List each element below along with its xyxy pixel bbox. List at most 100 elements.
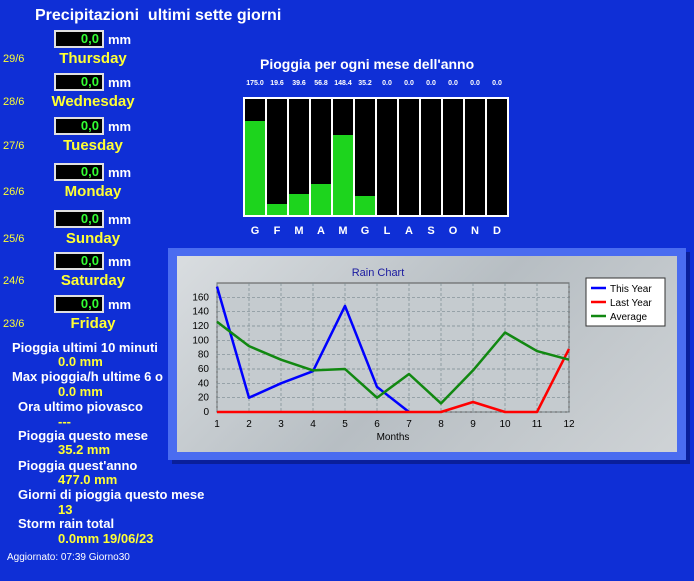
y-tick-label: 80 — [198, 350, 210, 361]
day-name: Friday — [70, 315, 116, 332]
day-name: Monday — [64, 183, 122, 200]
day-rain-unit: mm — [108, 32, 132, 47]
rain-chart-panel: Rain Chart 0 20 40 60 80 100 120 140 160 1 2 3 4 5 6 7 8 9… — [168, 248, 686, 460]
month-bar-slot — [355, 99, 375, 215]
day-rain-display: 0,0 — [54, 73, 104, 91]
x-tick-label: 5 — [342, 419, 348, 430]
y-tick-label: 160 — [192, 292, 209, 303]
month-label: M — [338, 225, 348, 237]
month-label: L — [383, 225, 391, 237]
stat-label: Max pioggia/h ultime 6 o — [12, 369, 163, 384]
month-label: G — [250, 225, 260, 237]
day-rain-unit: mm — [108, 75, 132, 90]
day-rain-display: 0,0 — [54, 163, 104, 181]
x-tick-label: 9 — [470, 419, 476, 430]
month-bar-slot — [487, 99, 507, 215]
month-label: A — [405, 225, 413, 237]
x-tick-label: 3 — [278, 419, 284, 430]
month-value-label: 0.0 — [492, 80, 502, 87]
day-rain-display: 0,0 — [54, 210, 104, 228]
month-label: S — [427, 225, 435, 237]
month-bar — [333, 134, 353, 215]
x-tick-label: 6 — [374, 419, 380, 430]
stat-value: 0.0 mm — [58, 384, 103, 399]
x-tick-label: 10 — [499, 419, 511, 430]
rain-line-chart: Rain Chart0204060801001201401601 2 3 4 5 6 7 8 9… — [192, 267, 666, 443]
month-value-label: 39.6 — [292, 80, 306, 87]
month-label: F — [273, 225, 281, 237]
y-tick-label: 20 — [198, 393, 210, 404]
monthly-chart-title: Pioggia per ogni mese dell'anno — [260, 56, 475, 72]
month-label: N — [471, 225, 479, 237]
month-bar — [245, 120, 265, 215]
stat-label: Storm rain total — [18, 516, 115, 531]
month-label: D — [493, 225, 501, 237]
x-tick-label: 1 — [214, 419, 220, 430]
day-rain-display: 0,0 — [54, 252, 104, 270]
month-label: A — [317, 225, 325, 237]
month-bar-slot — [377, 99, 397, 215]
month-value-label: 56.8 — [314, 80, 328, 87]
stat-label: Pioggia ultimi 10 minuti — [12, 340, 158, 355]
y-tick-label: 100 — [192, 335, 209, 346]
stat-value: 0.0 mm — [58, 354, 103, 369]
month-bar-slot — [245, 99, 265, 215]
x-tick-label: 2 — [246, 419, 252, 430]
plot-area — [216, 282, 570, 413]
month-bar-slot — [333, 99, 353, 215]
legend-label: This Year — [610, 284, 652, 295]
day-date: 28/6 — [3, 96, 25, 108]
x-tick-label: 7 — [406, 419, 412, 430]
month-value-label: 0.0 — [470, 80, 480, 87]
day-rain-display: 0,0 — [54, 30, 104, 48]
stat-value: 35.2 mm — [58, 442, 111, 457]
stat-value: 13 — [58, 502, 73, 517]
month-bar-slot — [465, 99, 485, 215]
stat-label: Ora ultimo piovasco — [18, 399, 143, 414]
day-rain-unit: mm — [108, 254, 132, 269]
month-label: O — [448, 225, 458, 237]
month-value-label: 0.0 — [426, 80, 436, 87]
month-bar-slot — [443, 99, 463, 215]
month-value-label: 0.0 — [382, 80, 392, 87]
day-rain-unit: mm — [108, 119, 132, 134]
day-date: 25/6 — [3, 233, 25, 245]
day-date: 24/6 — [3, 275, 25, 287]
month-bar — [289, 193, 309, 215]
legend-label: Last Year — [610, 298, 652, 309]
day-rain-unit: mm — [108, 165, 132, 180]
day-rain-display: 0,0 — [54, 117, 104, 135]
month-label: G — [360, 225, 370, 237]
stat-value: --- — [58, 414, 71, 429]
month-value-label: 148.4 — [334, 80, 352, 87]
updated-timestamp: Aggiornato: 07:39 Giorno30 — [7, 552, 130, 563]
month-value-label: 175.0 — [246, 80, 264, 87]
monthly-bar-frame — [243, 97, 509, 217]
day-rain-display: 0,0 — [54, 295, 104, 313]
day-date: 29/6 — [3, 53, 25, 65]
month-value-label: 0.0 — [448, 80, 458, 87]
x-tick-label: 12 — [563, 419, 575, 430]
month-bar — [267, 204, 287, 215]
y-tick-label: 140 — [192, 307, 209, 318]
day-name: Saturday — [60, 272, 126, 289]
day-name: Thursday — [59, 50, 127, 67]
month-bar-slot — [311, 99, 331, 215]
month-bar — [311, 184, 331, 215]
stat-label: Giorni di pioggia questo mese — [18, 487, 205, 502]
page-title: Precipitazioni ultimi sette giorni — [35, 7, 282, 24]
day-name: Tuesday — [63, 137, 123, 154]
day-date: 26/6 — [3, 186, 25, 198]
y-tick-label: 120 — [192, 321, 209, 332]
x-tick-label: 4 — [310, 419, 316, 430]
day-rain-unit: mm — [108, 212, 132, 227]
y-tick-label: 60 — [198, 364, 210, 375]
month-bar-slot — [421, 99, 441, 215]
x-axis-label: Months — [377, 432, 410, 443]
month-bar — [355, 196, 375, 215]
x-tick-label: 11 — [532, 419, 543, 430]
legend-label: Average — [610, 312, 648, 323]
day-name: Wednesday — [51, 93, 135, 110]
x-tick-label: 8 — [438, 419, 444, 430]
stat-value: 477.0 mm — [58, 472, 118, 487]
